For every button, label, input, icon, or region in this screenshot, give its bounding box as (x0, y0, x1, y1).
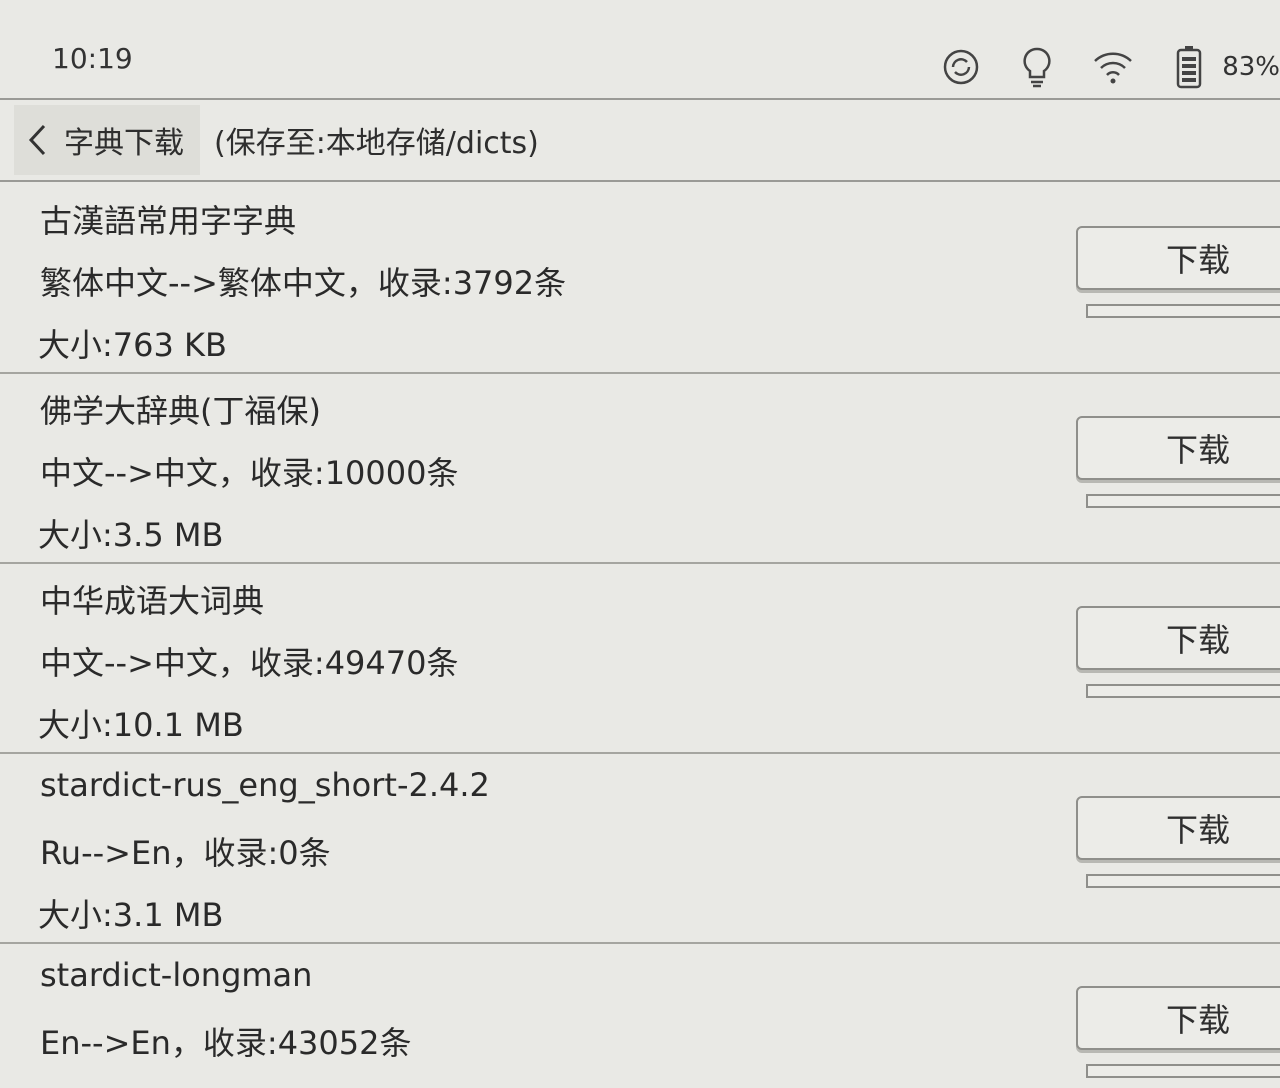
status-icons: 83% (908, 42, 1280, 92)
download-button[interactable]: 下载 (1076, 796, 1280, 860)
dictionary-name: 佛学大辞典(丁福保) (40, 392, 321, 430)
dictionary-name: stardict-rus_eng_short-2.4.2 (40, 766, 490, 804)
back-button[interactable]: 字典下载 (14, 105, 200, 175)
status-bar: 10:19 83% (0, 0, 1280, 100)
list-item: stardict-rus_eng_short-2.4.2 Ru-->En，收录:… (0, 754, 1280, 944)
dictionary-list: 古漢語常用字字典 繁体中文-->繁体中文，收录:3792条 大小:763 KB … (0, 184, 1280, 1088)
download-button[interactable]: 下载 (1076, 416, 1280, 480)
download-progress (1086, 684, 1280, 698)
download-progress (1086, 304, 1280, 318)
dictionary-description: En-->En，收录:43052条 (40, 1024, 412, 1062)
dictionary-size: 大小:3.5 MB (38, 516, 224, 554)
dictionary-name: stardict-longman (40, 956, 313, 994)
download-progress (1086, 1064, 1280, 1078)
save-path: (保存至:本地存储/dicts) (214, 126, 539, 161)
download-progress (1086, 874, 1280, 888)
download-button[interactable]: 下载 (1076, 226, 1280, 290)
list-item: stardict-longman En-->En，收录:43052条 下载 (0, 944, 1280, 1088)
battery-percent: 83% (1222, 52, 1280, 82)
dictionary-name: 古漢語常用字字典 (40, 202, 297, 240)
screen: 10:19 83% 字典下载 (保存至:本地存储/dicts) 古漢語常用字字典… (0, 0, 1280, 1088)
dictionary-description: Ru-->En，收录:0条 (40, 834, 331, 872)
dictionary-name: 中华成语大词典 (40, 582, 265, 620)
list-item: 中华成语大词典 中文-->中文，收录:49470条 大小:10.1 MB 下载 (0, 564, 1280, 754)
page-title: 字典下载 (64, 126, 184, 161)
dictionary-size: 大小:10.1 MB (38, 706, 244, 744)
list-item: 佛学大辞典(丁福保) 中文-->中文，收录:10000条 大小:3.5 MB 下… (0, 374, 1280, 564)
dictionary-size: 大小:3.1 MB (38, 896, 224, 934)
dictionary-description: 繁体中文-->繁体中文，收录:3792条 (40, 264, 567, 302)
chevron-left-icon (26, 120, 54, 160)
dictionary-size: 大小:763 KB (38, 326, 227, 364)
dictionary-description: 中文-->中文，收录:10000条 (40, 454, 459, 492)
page-header: 字典下载 (保存至:本地存储/dicts) (0, 100, 1280, 182)
lightbulb-icon (1014, 44, 1060, 90)
wifi-icon (1090, 44, 1136, 90)
dictionary-description: 中文-->中文，收录:49470条 (40, 644, 459, 682)
list-item: 古漢語常用字字典 繁体中文-->繁体中文，收录:3792条 大小:763 KB … (0, 184, 1280, 374)
download-button[interactable]: 下载 (1076, 986, 1280, 1050)
sync-icon (938, 44, 984, 90)
clock: 10:19 (52, 42, 133, 75)
download-progress (1086, 494, 1280, 508)
download-button[interactable]: 下载 (1076, 606, 1280, 670)
battery-icon (1166, 44, 1212, 90)
